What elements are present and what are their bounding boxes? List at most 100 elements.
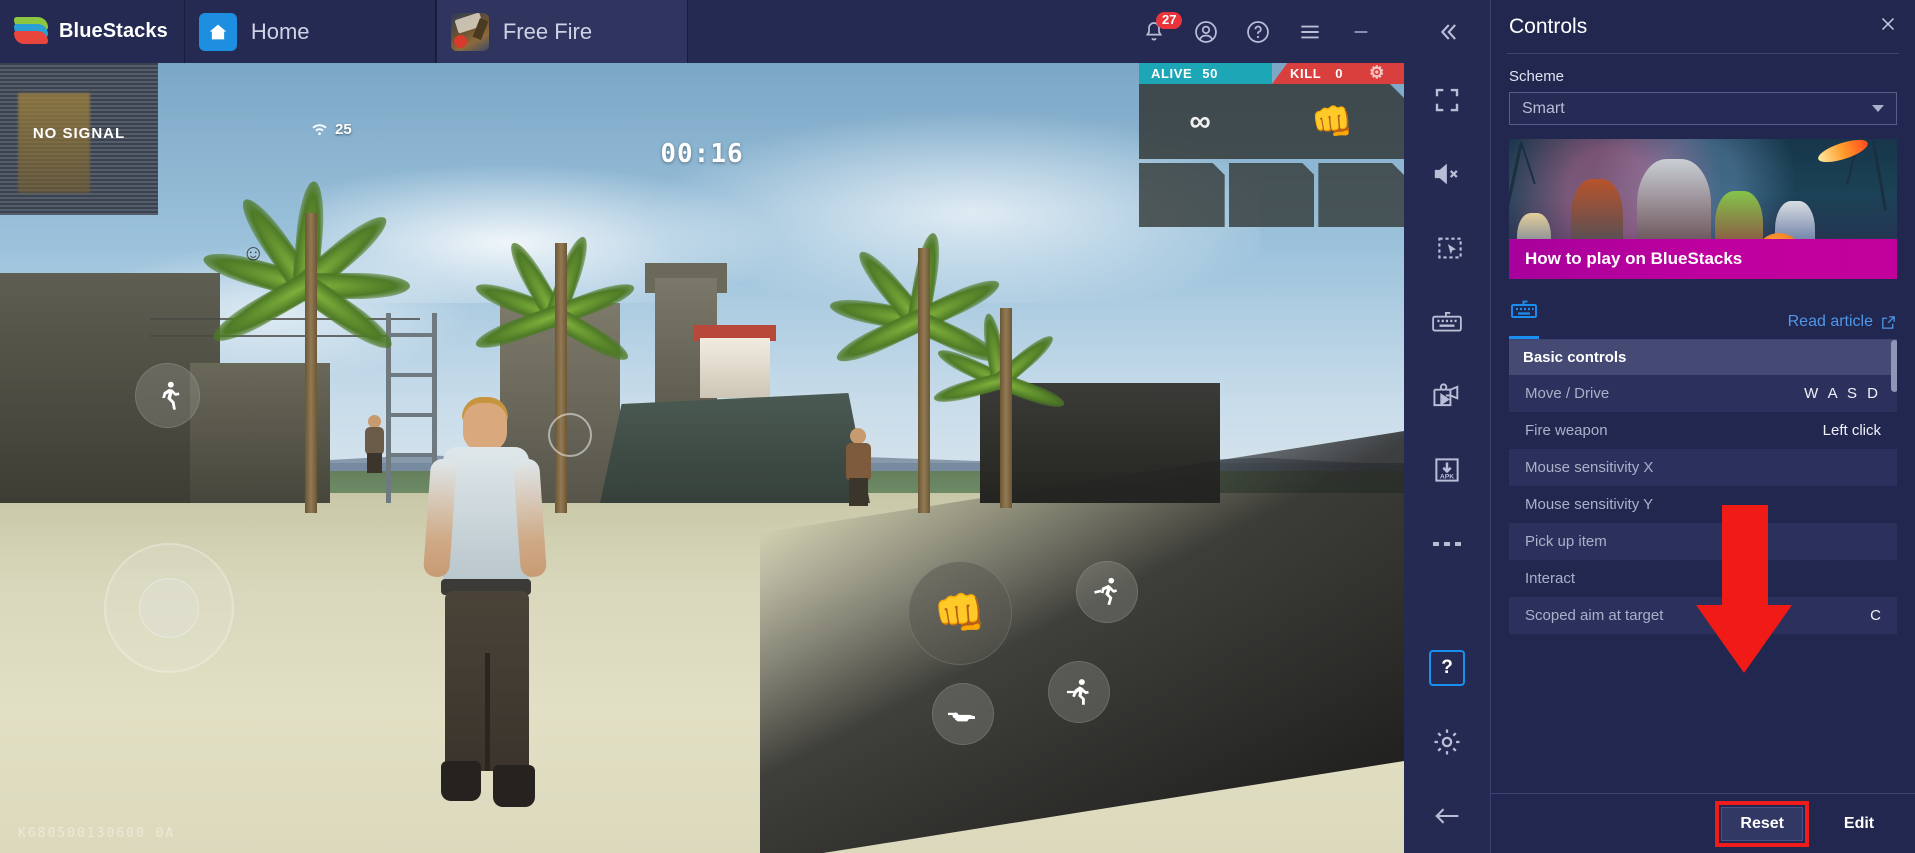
home-icon bbox=[198, 12, 237, 51]
ping-value: 25 bbox=[335, 121, 352, 138]
bluestacks-logo-icon bbox=[14, 16, 48, 47]
inventory-slot[interactable] bbox=[1139, 163, 1225, 227]
red-down-arrow-annotation bbox=[1696, 505, 1792, 673]
flame bbox=[1815, 139, 1871, 167]
gear-icon[interactable]: ⚙ bbox=[1369, 63, 1385, 83]
kill-counter: KILL 0 ⚙ bbox=[1272, 63, 1404, 84]
bluestacks-window: BlueStacks Home Free Fire 27 NO SIGNAL 2… bbox=[0, 0, 1915, 853]
palm-trunk bbox=[1000, 308, 1012, 508]
inventory-slot[interactable] bbox=[1229, 163, 1315, 227]
palm-tree bbox=[931, 308, 1068, 508]
white-building bbox=[700, 338, 770, 398]
bunker bbox=[600, 393, 870, 503]
help-icon[interactable]: ? bbox=[1404, 631, 1490, 705]
notifications-button[interactable]: 27 bbox=[1128, 0, 1183, 63]
control-label: Scoped aim at target bbox=[1525, 607, 1664, 624]
jump-button[interactable] bbox=[1076, 561, 1138, 623]
crouch-button[interactable] bbox=[1048, 661, 1110, 723]
install-apk-icon[interactable]: APK bbox=[1404, 433, 1490, 507]
collapse-sidebar-icon[interactable] bbox=[1404, 0, 1490, 63]
tab-free-fire[interactable]: Free Fire bbox=[435, 0, 688, 63]
chevron-down-icon bbox=[1872, 105, 1884, 112]
control-label: Interact bbox=[1525, 570, 1576, 587]
fist-icon: 👊 bbox=[1311, 102, 1354, 141]
edit-button[interactable]: Edit bbox=[1821, 807, 1897, 841]
game-controls-icon[interactable] bbox=[1404, 285, 1490, 359]
npc-character bbox=[842, 428, 874, 506]
settings-icon[interactable] bbox=[1404, 705, 1490, 779]
promo-caption: How to play on BlueStacks bbox=[1509, 239, 1897, 279]
aim-reticle bbox=[548, 413, 592, 457]
read-article-link[interactable]: Read article bbox=[1788, 313, 1897, 339]
table-row[interactable]: Mouse sensitivity X bbox=[1509, 449, 1897, 486]
palm-trunk bbox=[305, 213, 317, 513]
bluestacks-logo[interactable]: BlueStacks bbox=[0, 0, 184, 63]
control-value: Left click bbox=[1822, 422, 1881, 439]
arrow-head bbox=[1696, 605, 1792, 673]
ammo-infinite-label: ∞ bbox=[1189, 104, 1211, 138]
scheme-value: Smart bbox=[1522, 99, 1565, 117]
hud-slot-row bbox=[1139, 163, 1404, 227]
keyboard-tab-icon[interactable] bbox=[1509, 297, 1539, 339]
control-label: Pick up item bbox=[1525, 533, 1607, 550]
scheme-label: Scheme bbox=[1509, 68, 1565, 85]
control-label: Mouse sensitivity X bbox=[1525, 459, 1654, 476]
table-row[interactable]: Fire weapon Left click bbox=[1509, 412, 1897, 449]
emote-icon[interactable]: ☺ bbox=[242, 240, 264, 266]
scheme-select[interactable]: Smart bbox=[1509, 92, 1897, 125]
player-leg-split bbox=[485, 653, 490, 771]
control-label: Move / Drive bbox=[1525, 385, 1610, 402]
account-button[interactable] bbox=[1180, 0, 1232, 63]
kill-count: 0 bbox=[1335, 65, 1344, 81]
promo-banner[interactable]: How to play on BlueStacks bbox=[1509, 139, 1897, 279]
movement-joystick[interactable] bbox=[104, 543, 234, 673]
run-button[interactable] bbox=[135, 363, 200, 428]
controls-panel-footer: Reset Edit bbox=[1491, 793, 1915, 853]
mute-icon[interactable] bbox=[1404, 137, 1490, 211]
tab-home[interactable]: Home bbox=[183, 0, 436, 63]
control-label: Fire weapon bbox=[1525, 422, 1608, 439]
panel-tabs-row: Read article bbox=[1509, 297, 1897, 339]
control-value: C bbox=[1870, 607, 1881, 624]
titlebar-spacer bbox=[688, 0, 1128, 63]
game-viewport[interactable]: NO SIGNAL 25 ☺ 00:16 ALIVE 50 KILL 0 ⚙ ∞… bbox=[0, 63, 1404, 853]
alive-counter: ALIVE 50 bbox=[1139, 63, 1272, 84]
brand-label: BlueStacks bbox=[59, 20, 168, 42]
more-options-icon[interactable] bbox=[1404, 507, 1490, 581]
record-screen-icon[interactable] bbox=[1404, 359, 1490, 433]
close-icon[interactable] bbox=[1877, 13, 1899, 40]
scrollbar-thumb[interactable] bbox=[1891, 340, 1897, 392]
npc-character bbox=[362, 415, 386, 473]
read-article-label: Read article bbox=[1787, 313, 1873, 330]
fullscreen-icon[interactable] bbox=[1404, 63, 1490, 137]
fist-icon: 👊 bbox=[933, 588, 987, 636]
scrollbar[interactable] bbox=[1891, 340, 1897, 793]
screenshot-icon[interactable] bbox=[1404, 211, 1490, 285]
help-box[interactable]: ? bbox=[1429, 650, 1465, 686]
prone-button[interactable] bbox=[932, 683, 994, 745]
player-character bbox=[405, 397, 570, 823]
fist-attack-button[interactable]: 👊 bbox=[908, 561, 1012, 665]
free-fire-icon bbox=[450, 12, 489, 51]
controls-panel: Controls Scheme Smart How to play on Blu… bbox=[1490, 0, 1915, 853]
title-bar: BlueStacks Home Free Fire 27 bbox=[0, 0, 1490, 63]
minimize-button[interactable] bbox=[1336, 0, 1386, 63]
menu-button[interactable] bbox=[1284, 0, 1336, 63]
table-row[interactable]: Move / Drive W A S D bbox=[1509, 375, 1897, 412]
ping-indicator: 25 bbox=[310, 121, 352, 138]
arrow-shaft bbox=[1722, 505, 1768, 613]
tab-free-fire-label: Free Fire bbox=[502, 18, 593, 44]
reset-button-highlight: Reset bbox=[1715, 800, 1809, 847]
svg-text:APK: APK bbox=[1440, 473, 1454, 480]
inventory-slot[interactable] bbox=[1318, 163, 1404, 227]
game-watermark: K680500130600 0A bbox=[18, 826, 176, 841]
external-link-icon bbox=[1882, 315, 1895, 329]
weapon-slot-active[interactable]: ∞ 👊 bbox=[1139, 84, 1404, 159]
alive-label: ALIVE bbox=[1151, 65, 1193, 81]
back-icon[interactable] bbox=[1404, 779, 1490, 853]
player-head bbox=[463, 403, 507, 451]
reset-button[interactable]: Reset bbox=[1721, 806, 1803, 841]
joystick-knob[interactable] bbox=[139, 578, 199, 638]
alive-count: 50 bbox=[1202, 65, 1218, 81]
help-button[interactable] bbox=[1232, 0, 1284, 63]
